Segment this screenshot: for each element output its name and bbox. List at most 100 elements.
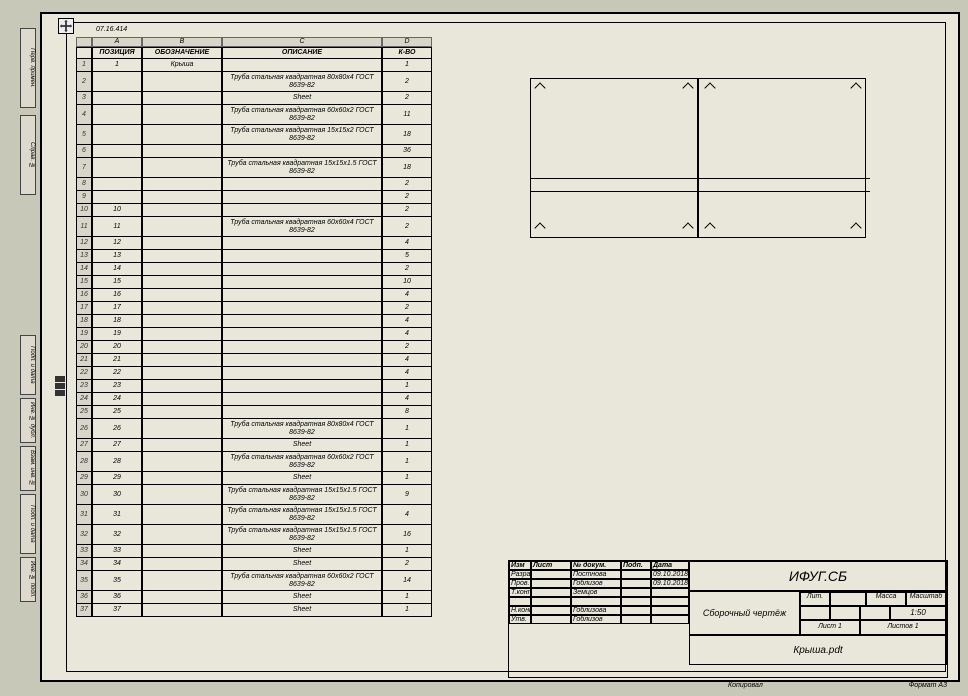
cell-descr[interactable] — [222, 250, 382, 263]
cell-pos[interactable]: 22 — [92, 367, 142, 380]
row-number[interactable]: 28 — [76, 452, 92, 472]
cell-pos[interactable]: 1 — [92, 59, 142, 72]
row-number[interactable]: 1 — [76, 59, 92, 72]
table-row[interactable]: 14142 — [76, 263, 432, 276]
cell-desig[interactable]: Крыша — [142, 59, 222, 72]
cell-qty[interactable]: 1 — [382, 419, 432, 439]
cell-desig[interactable] — [142, 571, 222, 591]
cell-qty[interactable]: 5 — [382, 250, 432, 263]
cell-qty[interactable]: 36 — [382, 145, 432, 158]
cell-qty[interactable]: 4 — [382, 328, 432, 341]
cell-qty[interactable]: 1 — [382, 472, 432, 485]
cell-descr[interactable] — [222, 59, 382, 72]
cell-desig[interactable] — [142, 472, 222, 485]
table-row[interactable]: 10102 — [76, 204, 432, 217]
cell-desig[interactable] — [142, 263, 222, 276]
cell-pos[interactable] — [92, 158, 142, 178]
row-number[interactable]: 20 — [76, 341, 92, 354]
table-row[interactable]: 17172 — [76, 302, 432, 315]
cell-desig[interactable] — [142, 505, 222, 525]
cell-desig[interactable] — [142, 341, 222, 354]
cell-pos[interactable]: 26 — [92, 419, 142, 439]
cell-desig[interactable] — [142, 289, 222, 302]
cell-descr[interactable]: Труба стальная квадратная 15х15х2 ГОСТ 8… — [222, 125, 382, 145]
row-number[interactable]: 36 — [76, 591, 92, 604]
row-number[interactable]: 33 — [76, 545, 92, 558]
table-row[interactable]: 636 — [76, 145, 432, 158]
cell-descr[interactable] — [222, 328, 382, 341]
cell-pos[interactable]: 20 — [92, 341, 142, 354]
cell-pos[interactable]: 18 — [92, 315, 142, 328]
cell-qty[interactable]: 1 — [382, 591, 432, 604]
cell-descr[interactable] — [222, 354, 382, 367]
cell-desig[interactable] — [142, 393, 222, 406]
cell-pos[interactable] — [92, 145, 142, 158]
cell-qty[interactable]: 2 — [382, 263, 432, 276]
table-row[interactable]: 11Крыша1 — [76, 59, 432, 72]
cell-desig[interactable] — [142, 158, 222, 178]
cell-desig[interactable] — [142, 105, 222, 125]
cell-desig[interactable] — [142, 545, 222, 558]
cell-descr[interactable] — [222, 315, 382, 328]
table-row[interactable]: 25258 — [76, 406, 432, 419]
cell-descr[interactable] — [222, 204, 382, 217]
cell-descr[interactable]: Труба стальная квадратная 15х15х1.5 ГОСТ… — [222, 158, 382, 178]
row-number[interactable]: 14 — [76, 263, 92, 276]
cell-qty[interactable]: 2 — [382, 341, 432, 354]
row-number[interactable]: 30 — [76, 485, 92, 505]
table-row[interactable]: 5 Труба стальная квадратная 15х15х2 ГОСТ … — [76, 125, 432, 145]
cell-pos[interactable]: 17 — [92, 302, 142, 315]
cell-descr[interactable] — [222, 191, 382, 204]
cell-pos[interactable] — [92, 191, 142, 204]
cell-pos[interactable] — [92, 72, 142, 92]
cell-pos[interactable]: 25 — [92, 406, 142, 419]
cell-descr[interactable] — [222, 367, 382, 380]
cell-desig[interactable] — [142, 178, 222, 191]
cell-desig[interactable] — [142, 204, 222, 217]
cell-desig[interactable] — [142, 276, 222, 289]
row-number[interactable]: 29 — [76, 472, 92, 485]
cell-descr[interactable] — [222, 276, 382, 289]
cell-pos[interactable]: 36 — [92, 591, 142, 604]
cell-qty[interactable]: 4 — [382, 237, 432, 250]
row-number[interactable]: 3 — [76, 92, 92, 105]
col-A[interactable]: A — [92, 37, 142, 47]
table-row[interactable]: 2626Труба стальная квадратная 80х80х4 ГО… — [76, 419, 432, 439]
row-number[interactable]: 5 — [76, 125, 92, 145]
cell-descr[interactable] — [222, 178, 382, 191]
table-row[interactable]: 3030Труба стальная квадратная 15х15х1.5 … — [76, 485, 432, 505]
cell-descr[interactable]: Sheet — [222, 558, 382, 571]
cell-qty[interactable]: 16 — [382, 525, 432, 545]
table-row[interactable]: 3232Труба стальная квадратная 15х15х1.5 … — [76, 525, 432, 545]
cell-pos[interactable]: 34 — [92, 558, 142, 571]
cell-descr[interactable]: Труба стальная квадратная 80х80х4 ГОСТ 8… — [222, 72, 382, 92]
cell-pos[interactable]: 23 — [92, 380, 142, 393]
cell-qty[interactable]: 4 — [382, 505, 432, 525]
table-row[interactable]: 21214 — [76, 354, 432, 367]
cell-pos[interactable]: 15 — [92, 276, 142, 289]
cell-qty[interactable]: 4 — [382, 289, 432, 302]
cell-desig[interactable] — [142, 380, 222, 393]
cell-descr[interactable]: Sheet — [222, 591, 382, 604]
cell-qty[interactable]: 2 — [382, 558, 432, 571]
row-number[interactable]: 12 — [76, 237, 92, 250]
cell-desig[interactable] — [142, 302, 222, 315]
cell-desig[interactable] — [142, 419, 222, 439]
row-number[interactable]: 10 — [76, 204, 92, 217]
cell-descr[interactable]: Труба стальная квадратная 60х60х2 ГОСТ 8… — [222, 571, 382, 591]
cell-pos[interactable]: 19 — [92, 328, 142, 341]
cell-desig[interactable] — [142, 328, 222, 341]
cell-desig[interactable] — [142, 250, 222, 263]
cell-descr[interactable]: Труба стальная квадратная 60х60х4 ГОСТ 8… — [222, 217, 382, 237]
cell-pos[interactable]: 32 — [92, 525, 142, 545]
cell-desig[interactable] — [142, 591, 222, 604]
cell-pos[interactable]: 31 — [92, 505, 142, 525]
cell-descr[interactable]: Труба стальная квадратная 60х60х2 ГОСТ 8… — [222, 105, 382, 125]
row-number[interactable]: 9 — [76, 191, 92, 204]
cell-qty[interactable]: 2 — [382, 92, 432, 105]
cell-pos[interactable] — [92, 105, 142, 125]
row-number[interactable]: 27 — [76, 439, 92, 452]
table-row[interactable]: 2828Труба стальная квадратная 60х60х2 ГО… — [76, 452, 432, 472]
row-number[interactable]: 37 — [76, 604, 92, 617]
cell-qty[interactable]: 2 — [382, 191, 432, 204]
